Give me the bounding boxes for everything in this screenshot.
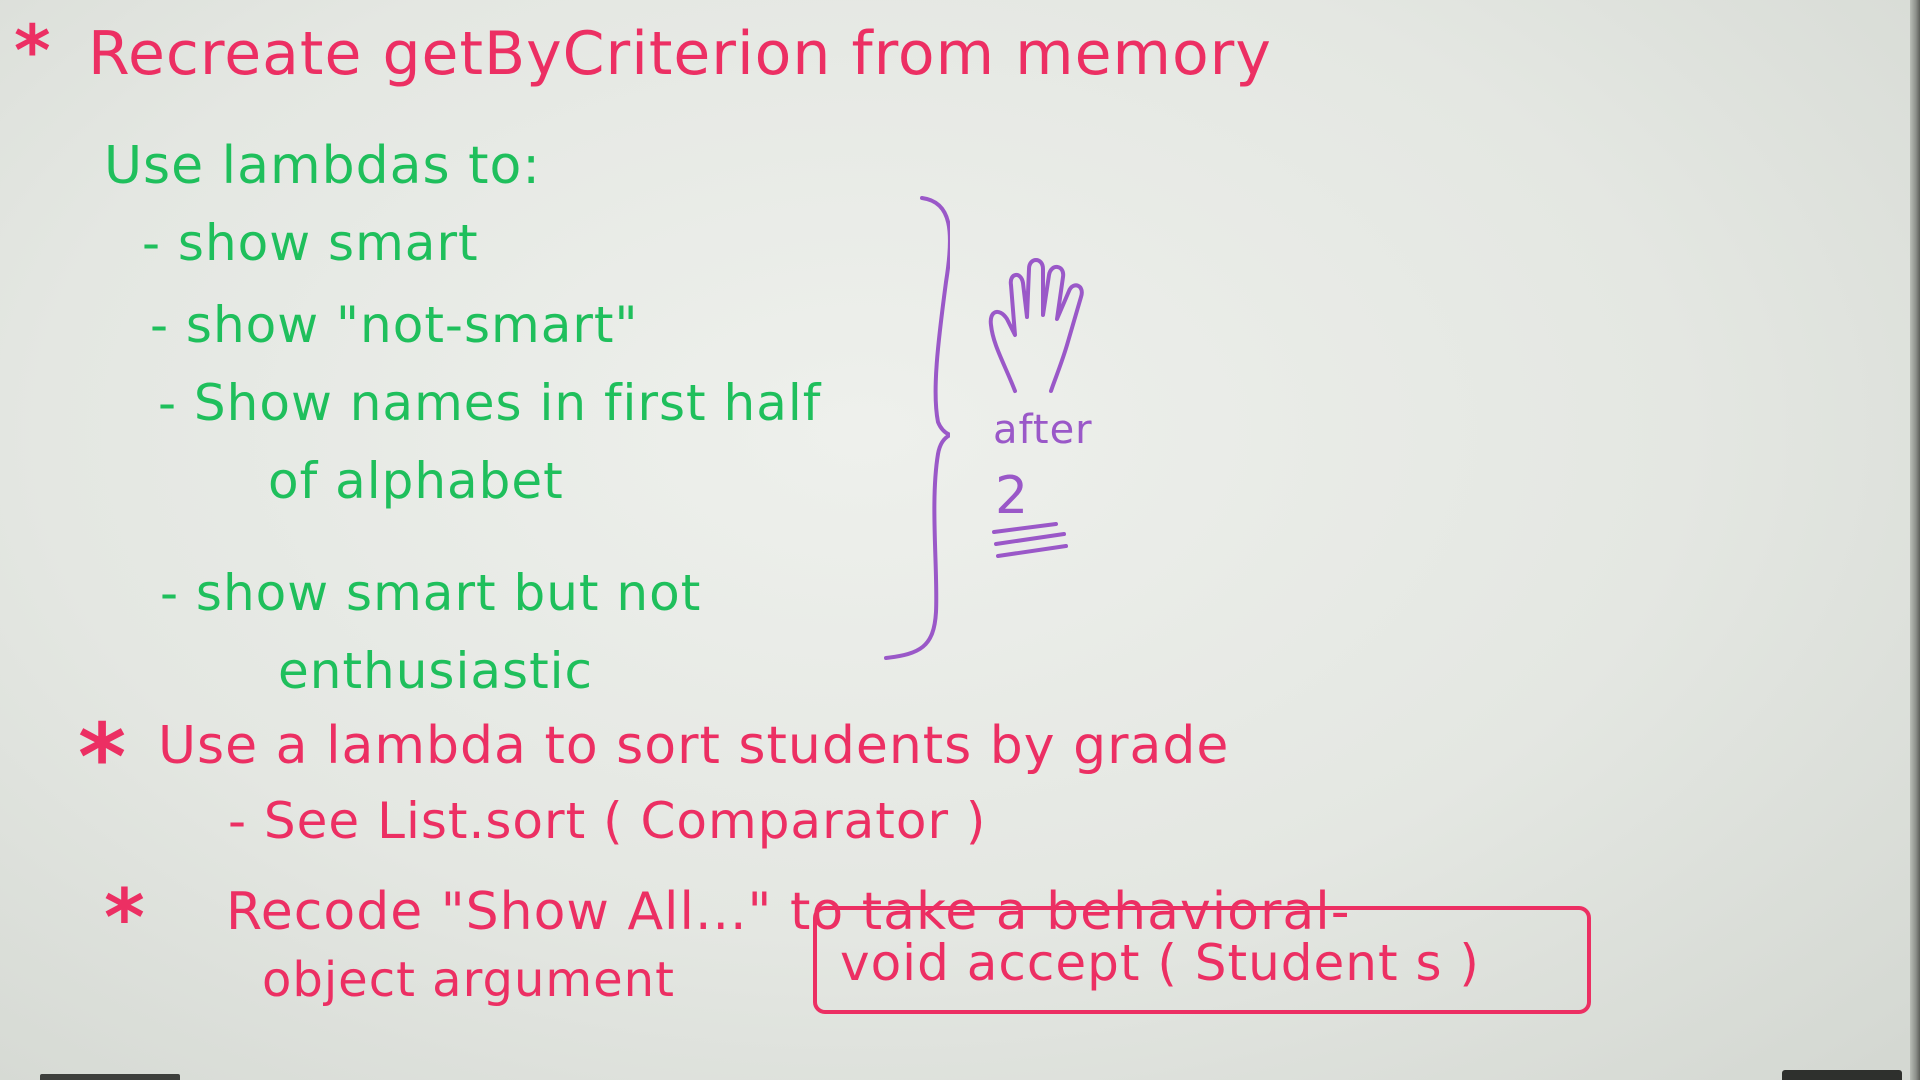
board-title: Recreate getByCriterion from memory [88,19,1272,89]
after-note: after [993,407,1093,453]
marker-tray-right [1782,1070,1902,1080]
bullet-smart-not-enthusiastic: - show smart but not [160,564,702,622]
item2-star-mark: * [78,704,128,811]
object-argument-text: object argument [262,952,675,1008]
whiteboard-frame-edge [1910,0,1920,1080]
raised-hand-icon [988,258,1084,393]
bullet-names-first-half-cont: of alphabet [268,452,564,510]
curly-brace-icon [884,196,950,660]
accept-method-signature: void accept ( Student s ) [840,934,1480,992]
list-sort-hint: - See List.sort ( Comparator ) [228,792,987,850]
double-underline-icon [992,522,1068,558]
marker-tray-left [40,1074,180,1080]
item3-star-mark: * [104,874,146,964]
bullet-show-not-smart: - show "not-smart" [150,296,639,354]
lambdas-intro: Use lambdas to: [104,136,541,196]
sort-students-task: Use a lambda to sort students by grade [158,716,1230,776]
whiteboard: * Recreate getByCriterion from memory Us… [0,0,1920,1080]
bullet-smart-not-enthusiastic-cont: enthusiastic [278,642,594,700]
bullet-show-smart: - show smart [142,214,479,272]
number-two-note: 2 [995,466,1030,526]
title-star-mark: * [14,10,52,92]
bullet-names-first-half: - Show names in first half [158,374,822,432]
